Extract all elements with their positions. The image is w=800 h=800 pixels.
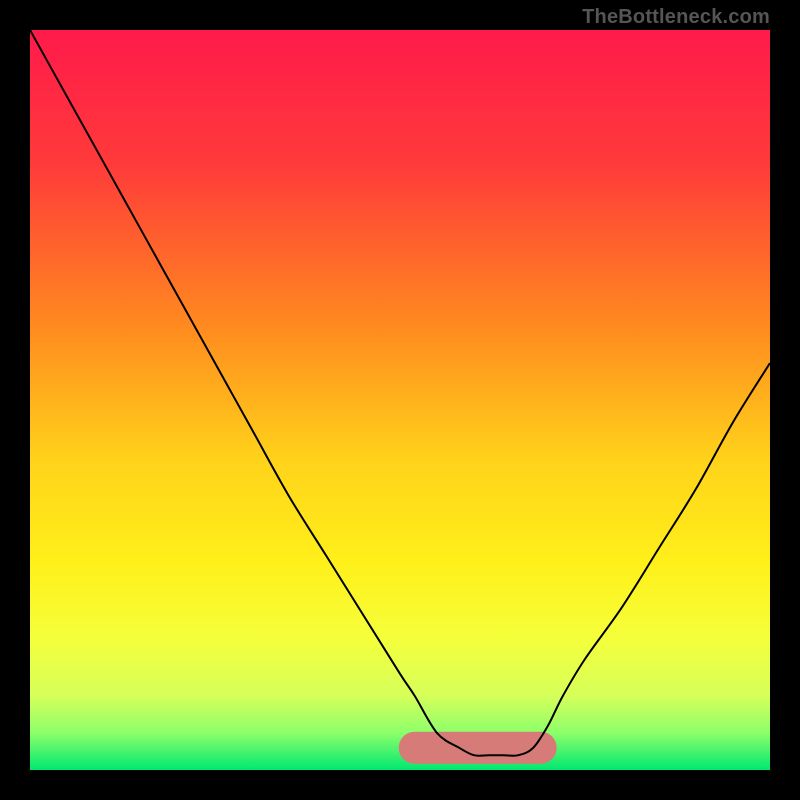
chart-container: { "attribution": "TheBottleneck.com", "c… [0, 0, 800, 800]
attribution-label: TheBottleneck.com [582, 6, 770, 29]
plot-area [30, 30, 770, 770]
bottleneck-chart [30, 30, 770, 770]
gradient-background [30, 30, 770, 770]
